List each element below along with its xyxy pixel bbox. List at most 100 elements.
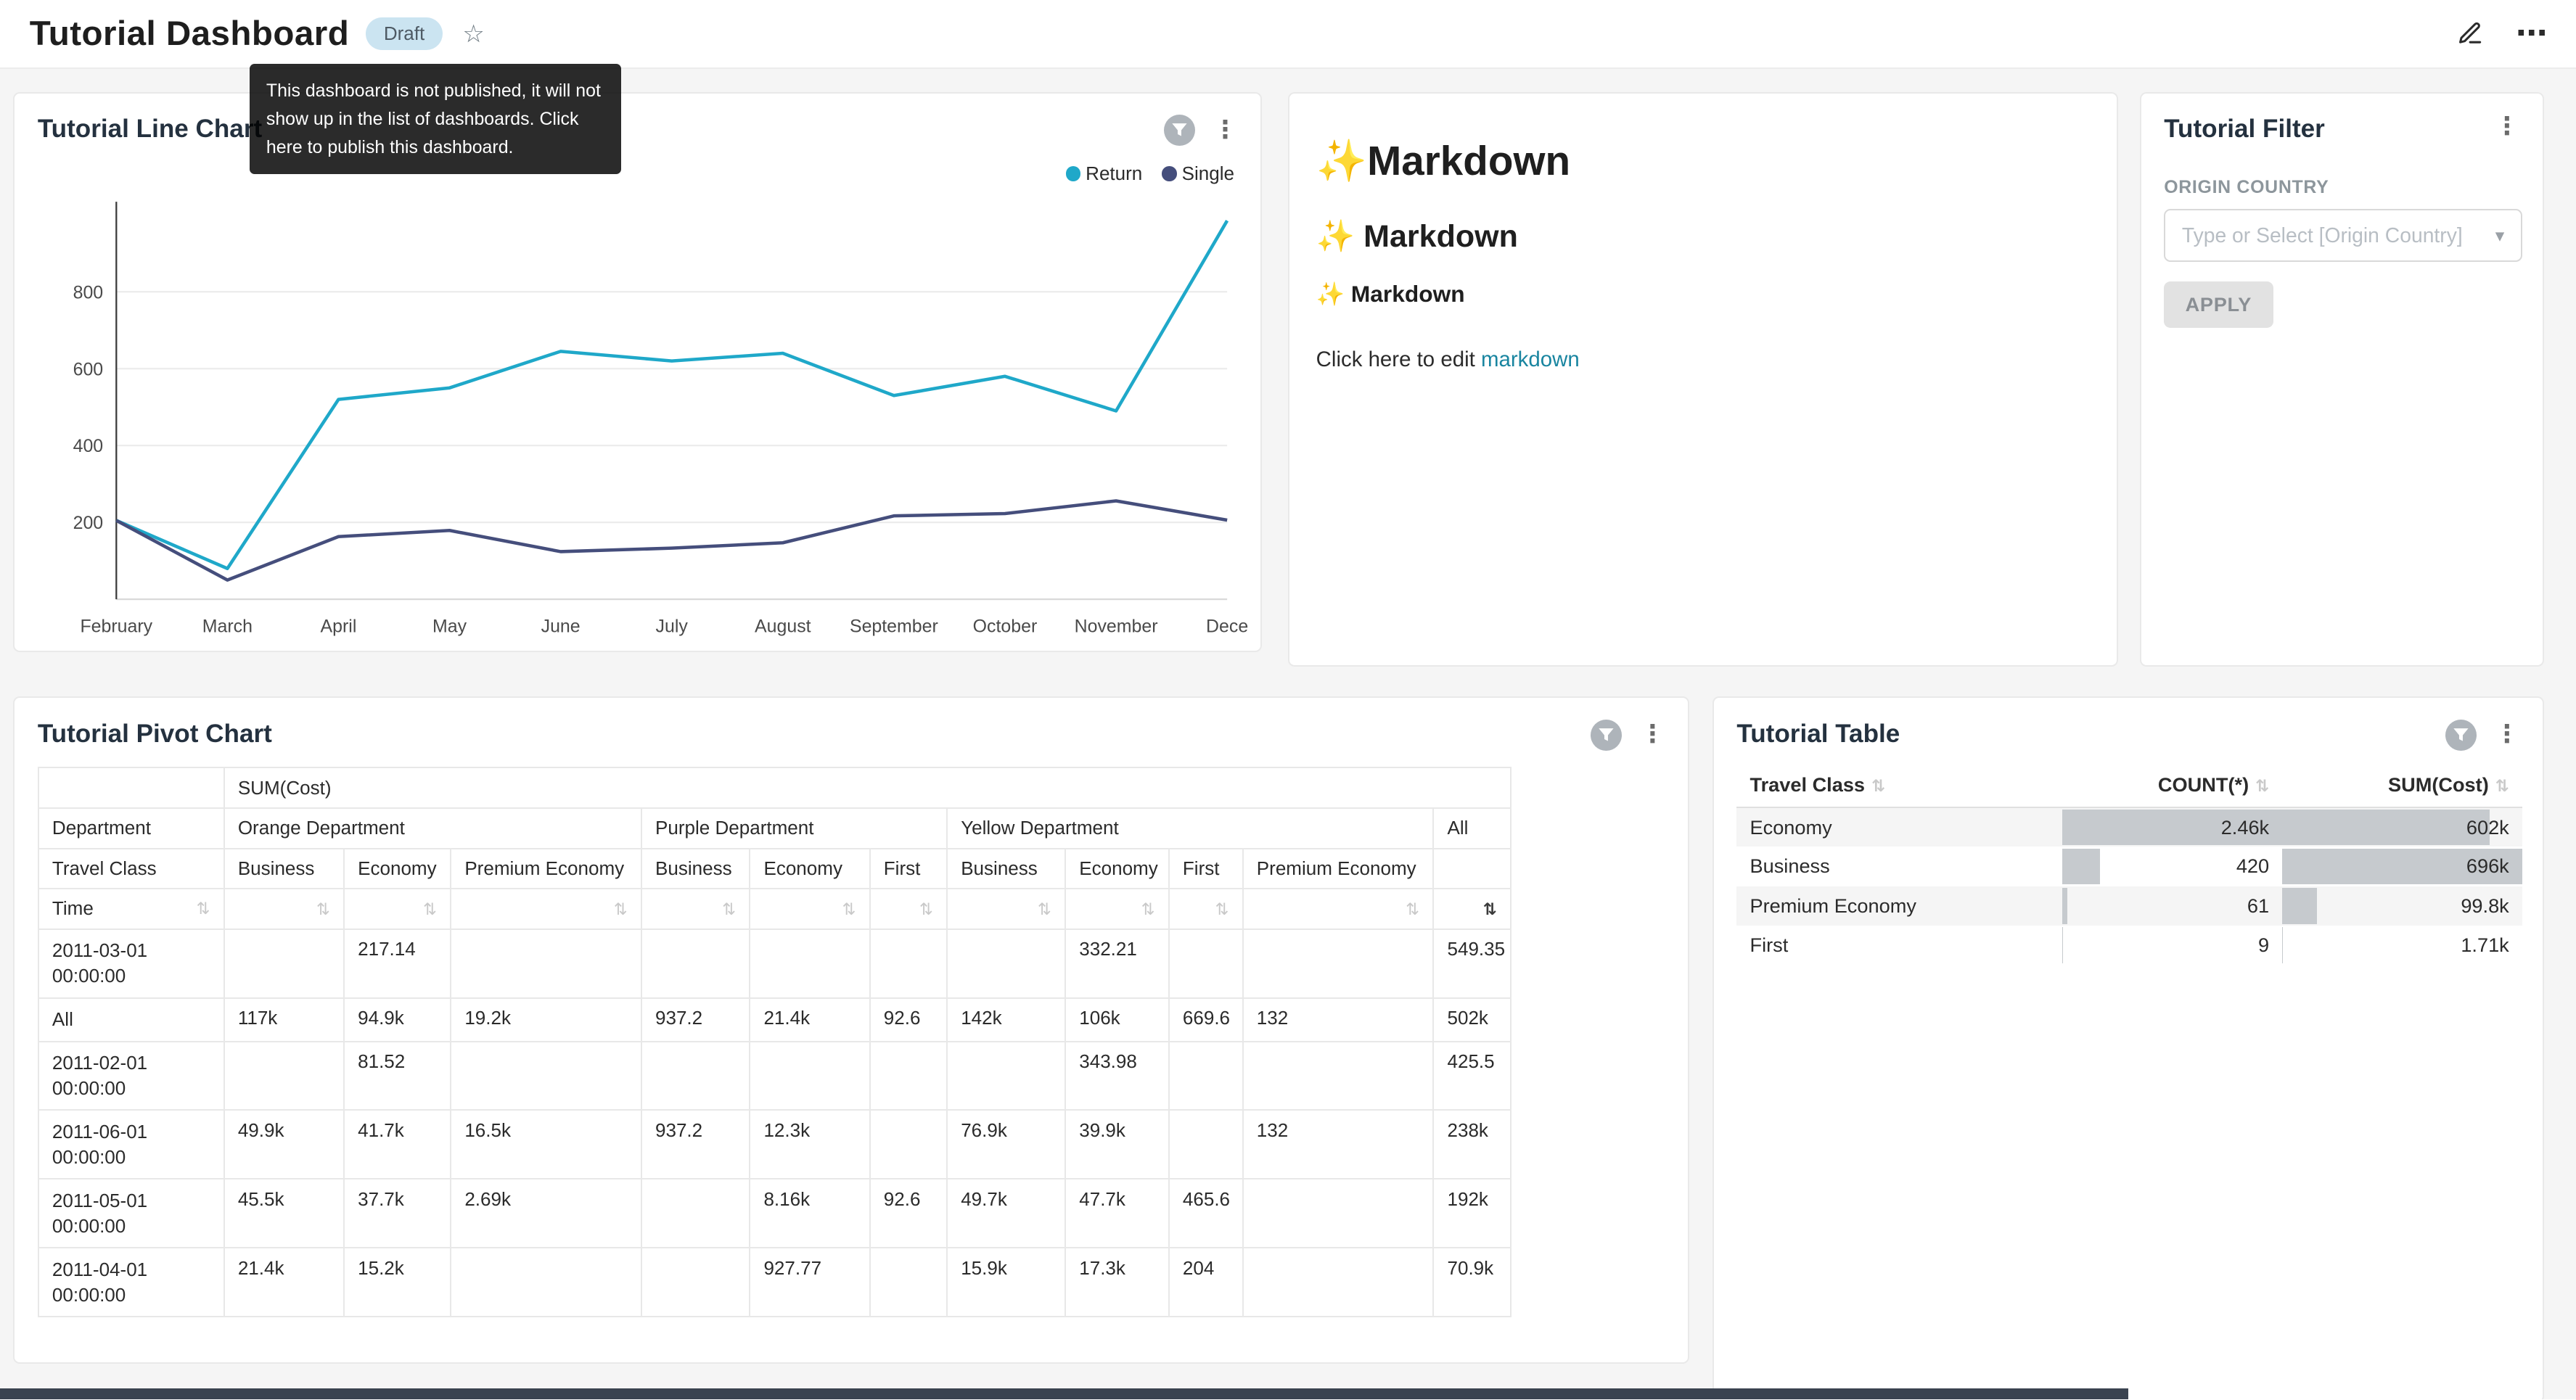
- table-cell-travel-class: First: [1736, 926, 2062, 965]
- pivot-value-cell: 49.7k: [947, 1179, 1065, 1248]
- table-row[interactable]: First91.71k: [1736, 926, 2522, 965]
- pivot-data-row: 2011-06-01 00:00:0049.9k41.7k16.5k937.21…: [38, 1110, 1511, 1179]
- x-tick-label: Dece: [1206, 617, 1248, 637]
- table-row[interactable]: Business420696k: [1736, 847, 2522, 886]
- pivot-sort-row: Time⇅⇅⇅⇅⇅⇅⇅⇅⇅⇅⇅⇅: [38, 889, 1511, 929]
- table-cell-count: 420: [2062, 847, 2282, 886]
- filter-indicator-icon[interactable]: [2445, 720, 2477, 751]
- pivot-sort-cell[interactable]: ⇅: [451, 889, 641, 929]
- legend-label: Single: [1182, 162, 1234, 185]
- table-header-travel-class[interactable]: Travel Class⇅: [1736, 764, 2062, 807]
- pivot-sort-cell[interactable]: ⇅: [947, 889, 1065, 929]
- pivot-value-cell: 21.4k: [224, 1248, 344, 1317]
- pivot-value-cell: [1243, 929, 1434, 998]
- pivot-department-row: DepartmentOrange DepartmentPurple Depart…: [38, 808, 1511, 849]
- pivot-value-cell: 192k: [1433, 1179, 1510, 1248]
- pivot-row-header: 2011-02-01 00:00:00: [38, 1042, 224, 1111]
- filter-indicator-icon[interactable]: [1591, 720, 1622, 751]
- sort-icon: ⇅: [1141, 900, 1155, 918]
- kebab-menu-icon[interactable]: ⋮: [1640, 722, 1665, 747]
- pivot-sort-cell[interactable]: ⇅: [1243, 889, 1434, 929]
- pivot-data-row: 2011-04-01 00:00:0021.4k15.2k927.7715.9k…: [38, 1248, 1511, 1317]
- pivot-sort-cell[interactable]: ⇅: [1169, 889, 1243, 929]
- pivot-value-cell: 19.2k: [451, 998, 641, 1042]
- favorite-star-icon[interactable]: ☆: [462, 20, 484, 49]
- sort-icon: ⇅: [197, 899, 210, 918]
- pivot-class-header: Business: [224, 849, 344, 889]
- kebab-menu-icon[interactable]: ⋮: [1213, 118, 1238, 143]
- pivot-sort-cell[interactable]: ⇅: [870, 889, 947, 929]
- pivot-value-cell: 21.4k: [750, 998, 869, 1042]
- pivot-sort-cell-active[interactable]: ⇅: [1433, 889, 1510, 929]
- kebab-menu-icon[interactable]: ⋮: [2495, 722, 2519, 747]
- sort-icon: ⇅: [1038, 900, 1051, 918]
- pivot-value-cell: 238k: [1433, 1110, 1510, 1179]
- legend-dot-icon: [1162, 166, 1176, 181]
- pivot-time-sort-cell[interactable]: Time⇅: [38, 889, 224, 929]
- x-tick-label: May: [432, 617, 467, 637]
- pivot-value-cell: 8.16k: [750, 1179, 869, 1248]
- x-tick-label: March: [202, 617, 253, 637]
- legend-item-single[interactable]: Single: [1162, 162, 1234, 185]
- line-chart-svg: 200400600800FebruaryMarchAprilMayJuneJul…: [28, 189, 1250, 646]
- pivot-department-header: Orange Department: [224, 808, 641, 849]
- pivot-data-row: All117k94.9k19.2k937.221.4k92.6142k106k6…: [38, 998, 1511, 1042]
- pivot-class-header: Business: [947, 849, 1065, 889]
- pivot-sort-cell[interactable]: ⇅: [641, 889, 750, 929]
- pivot-row-header: All: [38, 998, 224, 1042]
- pivot-sort-cell[interactable]: ⇅: [344, 889, 451, 929]
- page-title: Tutorial Dashboard: [30, 14, 350, 54]
- filter-indicator-icon[interactable]: [1164, 115, 1195, 146]
- pivot-value-cell: [1243, 1248, 1434, 1317]
- pivot-value-cell: [1169, 1042, 1243, 1111]
- pivot-value-cell: 425.5: [1433, 1042, 1510, 1111]
- table-header-count[interactable]: COUNT(*)⇅: [2062, 764, 2282, 807]
- pivot-value-cell: [947, 1042, 1065, 1111]
- table-row[interactable]: Economy2.46k602k: [1736, 807, 2522, 847]
- line-chart-card-title: Tutorial Line Chart: [38, 115, 262, 144]
- legend-item-return[interactable]: Return: [1066, 162, 1142, 185]
- pivot-sort-cell[interactable]: ⇅: [750, 889, 869, 929]
- apply-button[interactable]: APPLY: [2164, 281, 2273, 328]
- pivot-value-cell: 927.77: [750, 1248, 869, 1317]
- pivot-row-header: 2011-06-01 00:00:00: [38, 1110, 224, 1179]
- table-cell-sum: 696k: [2282, 847, 2522, 886]
- pivot-value-cell: 47.7k: [1065, 1179, 1169, 1248]
- origin-country-select[interactable]: Type or Select [Origin Country] ▾: [2164, 209, 2522, 261]
- pivot-class-header: Premium Economy: [451, 849, 641, 889]
- pivot-value-cell: 70.9k: [1433, 1248, 1510, 1317]
- markdown-card: ✨Markdown ✨ Markdown ✨ Markdown Click he…: [1288, 92, 2118, 667]
- table-row[interactable]: Premium Economy6199.8k: [1736, 886, 2522, 926]
- draft-status-badge[interactable]: Draft: [366, 17, 443, 50]
- chart-legend: Return Single: [1066, 162, 1234, 185]
- series-line-single: [117, 501, 1228, 580]
- select-placeholder: Type or Select [Origin Country]: [2182, 223, 2463, 247]
- publish-tooltip[interactable]: This dashboard is not published, it will…: [250, 64, 621, 174]
- y-tick-label: 400: [73, 436, 104, 456]
- edit-pencil-icon[interactable]: [2457, 20, 2483, 46]
- pivot-value-cell: 106k: [1065, 998, 1169, 1042]
- dashboard-page: Tutorial Dashboard Draft ☆ ⋯ This dashbo…: [0, 0, 2576, 1399]
- more-menu-icon[interactable]: ⋯: [2516, 18, 2547, 49]
- table-cell-count: 9: [2062, 926, 2282, 965]
- pivot-value-cell: 92.6: [870, 1179, 947, 1248]
- sort-icon: ⇅: [919, 900, 933, 918]
- pivot-department-label: Department: [38, 808, 224, 849]
- pivot-sort-cell[interactable]: ⇅: [1065, 889, 1169, 929]
- pivot-value-cell: 15.9k: [947, 1248, 1065, 1317]
- pivot-data-row: 2011-02-01 00:00:0081.52343.98425.5: [38, 1042, 1511, 1111]
- table-header-sum[interactable]: SUM(Cost)⇅: [2282, 764, 2522, 807]
- markdown-edit-link[interactable]: markdown: [1481, 347, 1580, 371]
- pivot-class-header: First: [870, 849, 947, 889]
- pivot-sort-cell[interactable]: ⇅: [224, 889, 344, 929]
- value-bar: [2062, 849, 2100, 885]
- x-tick-label: June: [541, 617, 581, 637]
- kebab-menu-icon[interactable]: ⋮: [2495, 115, 2519, 139]
- pivot-value-cell: 332.21: [1065, 929, 1169, 998]
- pivot-value-cell: 15.2k: [344, 1248, 451, 1317]
- y-tick-label: 200: [73, 513, 104, 533]
- table-card: Tutorial Table ⋮ Travel Class⇅ COUNT(*)⇅…: [1712, 696, 2544, 1399]
- bottom-bar: [0, 1388, 2128, 1400]
- pivot-value-cell: [641, 1042, 750, 1111]
- pivot-value-cell: 16.5k: [451, 1110, 641, 1179]
